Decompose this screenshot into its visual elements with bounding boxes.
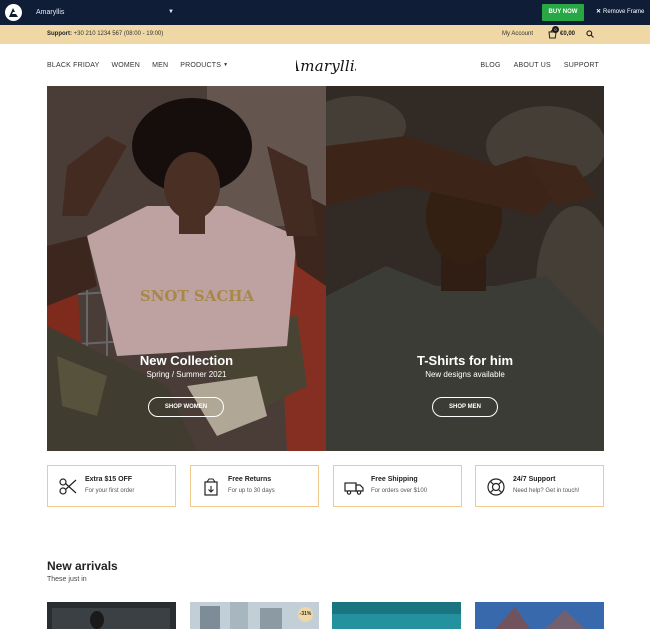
- nav-products[interactable]: PRODUCTS ▼: [180, 62, 228, 69]
- nav-support[interactable]: SUPPORT: [564, 62, 599, 69]
- nav-black-friday[interactable]: BLACK FRIDAY: [47, 62, 99, 69]
- feature-shipping-subtitle: For orders over $100: [371, 488, 428, 494]
- support-phone: +30 210 1234 567 (08:00 - 19:00): [73, 31, 164, 37]
- scissors-icon: [59, 478, 77, 495]
- buy-now-button[interactable]: BUY NOW: [542, 4, 584, 21]
- return-box-icon: [204, 478, 218, 496]
- theme-selector[interactable]: Amaryllis ▼: [31, 4, 177, 21]
- brand-name: Amaryllis: [296, 57, 356, 75]
- feature-discount: Extra $15 OFF For your first order: [47, 465, 176, 507]
- close-icon: ✕: [596, 9, 602, 15]
- hero-panel-men[interactable]: T-Shirts for him New designs available S…: [326, 86, 604, 451]
- hero-men-title: T-Shirts for him: [416, 353, 514, 368]
- chevron-down-icon: ▼: [168, 9, 174, 15]
- brand-logo[interactable]: Amaryllis: [296, 53, 356, 79]
- feature-returns-subtitle: For up to 30 days: [228, 488, 275, 494]
- product-card[interactable]: [47, 602, 176, 629]
- hero-men-subtitle: New designs available: [425, 370, 505, 379]
- sale-badge: -31%: [298, 607, 313, 622]
- feature-strip: Extra $15 OFF For your first order Free …: [47, 465, 604, 507]
- nav-right-group: BLOG ABOUT US SUPPORT: [480, 44, 599, 86]
- shop-women-button[interactable]: SHOP WOMEN: [148, 397, 224, 417]
- product-image: [475, 602, 604, 629]
- theme-logo-icon[interactable]: [5, 4, 22, 21]
- my-account-link[interactable]: My Account: [502, 25, 533, 44]
- nav-women[interactable]: WOMEN: [111, 62, 140, 69]
- product-image: [47, 602, 176, 629]
- remove-frame-label: Remove Frame: [603, 9, 645, 15]
- feature-returns: Free Returns For up to 30 days: [190, 465, 319, 507]
- hero-banner: SNOT SACHA New Collection Spring / Summe…: [47, 86, 604, 451]
- product-image: [332, 602, 461, 629]
- demo-frame-bar: Amaryllis ▼ BUY NOW ✕ Remove Frame: [0, 0, 650, 25]
- search-icon[interactable]: [586, 30, 594, 38]
- feature-shipping-title: Free Shipping: [371, 476, 418, 483]
- cart-total[interactable]: €0,00: [560, 25, 575, 44]
- product-card[interactable]: [332, 602, 461, 629]
- shop-men-button[interactable]: SHOP MEN: [432, 397, 498, 417]
- hero-women-title: New Collection: [139, 353, 234, 368]
- nav-about-us[interactable]: ABOUT US: [514, 62, 551, 69]
- truck-icon: [344, 482, 364, 495]
- feature-support-title: 24/7 Support: [513, 476, 556, 483]
- lifebuoy-icon: [487, 478, 505, 496]
- product-card[interactable]: -31%: [190, 602, 319, 629]
- chevron-down-icon: ▼: [223, 61, 229, 68]
- cart-count-badge: 0: [552, 26, 559, 33]
- support-label: Support:: [47, 31, 72, 37]
- support-bar: Support: +30 210 1234 567 (08:00 - 19:00…: [0, 25, 650, 44]
- remove-frame-button[interactable]: ✕ Remove Frame: [596, 4, 644, 21]
- theme-selector-value: Amaryllis: [36, 9, 65, 16]
- feature-shipping: Free Shipping For orders over $100: [333, 465, 462, 507]
- hero-panel-women[interactable]: SNOT SACHA New Collection Spring / Summe…: [47, 86, 326, 451]
- new-arrivals-subtitle: These just in: [47, 576, 87, 583]
- hero-women-subtitle: Spring / Summer 2021: [146, 370, 227, 379]
- nav-left-group: BLACK FRIDAY WOMEN MEN PRODUCTS ▼: [47, 44, 228, 86]
- new-arrivals-title: New arrivals: [47, 559, 118, 573]
- feature-discount-title: Extra $15 OFF: [85, 476, 133, 483]
- feature-support-subtitle: Need help? Get in touch!: [513, 488, 580, 494]
- product-card[interactable]: [475, 602, 604, 629]
- nav-blog[interactable]: BLOG: [480, 62, 500, 69]
- feature-returns-title: Free Returns: [228, 476, 272, 483]
- nav-men[interactable]: MEN: [152, 62, 168, 69]
- nav-products-label: PRODUCTS: [180, 61, 222, 69]
- feature-support: 24/7 Support Need help? Get in touch!: [475, 465, 604, 507]
- main-navigation: BLACK FRIDAY WOMEN MEN PRODUCTS▼ Amaryll…: [0, 44, 650, 86]
- support-info: Support: +30 210 1234 567 (08:00 - 19:00…: [47, 25, 163, 44]
- feature-discount-subtitle: For your first order: [85, 488, 135, 494]
